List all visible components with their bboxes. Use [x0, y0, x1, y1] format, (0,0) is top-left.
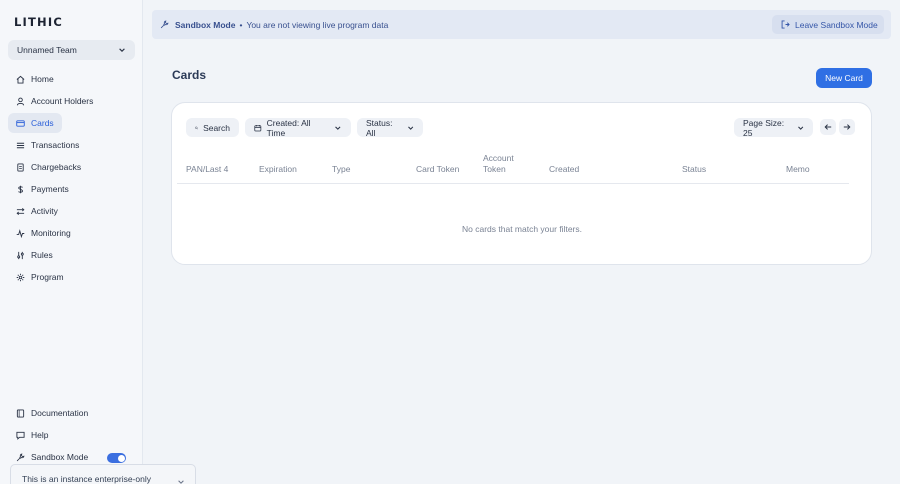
sidebar-item-label: Home — [31, 74, 54, 84]
gear-icon — [16, 273, 25, 281]
sidebar-item-label: Documentation — [31, 408, 89, 418]
empty-state-message: No cards that match your filters. — [462, 224, 582, 234]
chevron-down-icon[interactable] — [177, 478, 185, 484]
prev-page-button[interactable] — [820, 119, 836, 135]
created-filter[interactable]: Created: All Time — [245, 117, 351, 138]
sidebar-item-documentation[interactable]: Documentation — [8, 403, 96, 423]
credit-card-icon — [16, 119, 25, 127]
sidebar-item-label: Help — [31, 430, 49, 440]
banner-mode: Sandbox Mode — [175, 19, 236, 30]
column-header-pan[interactable]: PAN/Last 4 — [186, 164, 228, 174]
sidebar-item-payments[interactable]: Payments — [8, 179, 77, 199]
dollar-icon — [18, 185, 23, 193]
wrench-icon — [16, 453, 25, 461]
page-size-select[interactable]: Page Size: 25 — [734, 117, 813, 138]
sidebar-item-label: Activity — [31, 206, 58, 216]
logout-icon — [781, 20, 790, 29]
column-header-card-token[interactable]: Card Token — [416, 164, 459, 174]
sidebar-item-rules[interactable]: Rules — [8, 245, 61, 265]
popup-text: This is an instance enterprise-only — [22, 474, 151, 484]
created-filter-label: Created: All Time — [266, 117, 311, 138]
chat-icon — [16, 431, 25, 440]
sidebar-item-program[interactable]: Program — [8, 267, 72, 287]
pulse-icon — [16, 228, 25, 238]
team-select[interactable]: Unnamed Team — [8, 40, 135, 60]
column-header-expiration[interactable]: Expiration — [259, 164, 297, 174]
sidebar-item-cards[interactable]: Cards — [8, 113, 62, 133]
arrow-left-icon — [824, 124, 832, 130]
sidebar-item-chargebacks[interactable]: Chargebacks — [8, 157, 89, 177]
sidebar-item-label: Payments — [31, 184, 69, 194]
activity-icon — [16, 207, 25, 215]
book-icon — [16, 408, 25, 418]
sidebar-item-label: Chargebacks — [31, 162, 82, 172]
sidebar-item-account-holders[interactable]: Account Holders — [8, 91, 101, 111]
chevron-down-icon — [407, 126, 413, 130]
sidebar: LITHIC Unnamed Team Home Account Holders… — [0, 0, 143, 484]
table-header-divider — [177, 183, 849, 184]
banner-message: You are not viewing live program data — [246, 19, 389, 30]
column-header-type[interactable]: Type — [332, 164, 350, 174]
team-select-label: Unnamed Team — [17, 45, 77, 55]
status-filter[interactable]: Status: All — [357, 117, 423, 138]
next-page-button[interactable] — [839, 119, 855, 135]
list-icon — [16, 142, 25, 148]
sidebar-item-home[interactable]: Home — [8, 69, 62, 89]
sliders-icon — [17, 251, 24, 259]
column-header-created[interactable]: Created — [549, 164, 579, 174]
sidebar-item-activity[interactable]: Activity — [8, 201, 66, 221]
new-card-button[interactable]: New Card — [816, 68, 872, 88]
sidebar-item-label: Account Holders — [31, 96, 94, 106]
sidebar-item-help[interactable]: Help — [8, 425, 56, 445]
chevron-down-icon — [119, 48, 125, 52]
arrow-right-icon — [843, 124, 851, 130]
column-header-memo[interactable]: Memo — [786, 164, 810, 174]
banner-separator: • — [239, 19, 243, 30]
logo[interactable]: LITHIC — [14, 15, 63, 29]
sidebar-item-label: Sandbox Mode — [31, 452, 89, 462]
sidebar-item-monitoring[interactable]: Monitoring — [8, 223, 79, 243]
status-filter-label: Status: All — [366, 117, 393, 138]
page-size-label: Page Size: 25 — [743, 117, 785, 138]
sidebar-item-label: Rules — [31, 250, 53, 260]
sidebar-item-label: Monitoring — [31, 228, 71, 238]
search-icon — [195, 126, 198, 129]
chevron-down-icon — [797, 126, 803, 130]
page-title: Cards — [172, 68, 207, 82]
sandbox-mode-toggle[interactable] — [107, 453, 126, 463]
sidebar-nav: Home Account Holders Cards Transactions … — [8, 69, 135, 289]
search-label: Search — [203, 122, 230, 133]
column-header-status[interactable]: Status — [682, 164, 706, 174]
document-icon — [17, 162, 24, 172]
home-icon — [16, 75, 25, 84]
sidebar-item-label: Program — [31, 272, 64, 282]
user-icon — [16, 97, 25, 105]
sidebar-item-label: Transactions — [31, 140, 80, 150]
leave-sandbox-button[interactable]: Leave Sandbox Mode — [772, 15, 884, 34]
search-button[interactable]: Search — [186, 118, 239, 137]
calendar-icon — [254, 124, 262, 131]
sidebar-item-transactions[interactable]: Transactions — [8, 135, 87, 155]
leave-sandbox-label: Leave Sandbox Mode — [795, 19, 878, 30]
column-header-account-token-line2[interactable]: Token — [483, 164, 506, 174]
wrench-icon — [160, 20, 169, 29]
sidebar-item-label: Cards — [31, 118, 54, 128]
chevron-down-icon — [335, 125, 341, 130]
enterprise-popup: This is an instance enterprise-only — [10, 464, 196, 484]
column-header-account-token-line1[interactable]: Account — [483, 153, 514, 163]
